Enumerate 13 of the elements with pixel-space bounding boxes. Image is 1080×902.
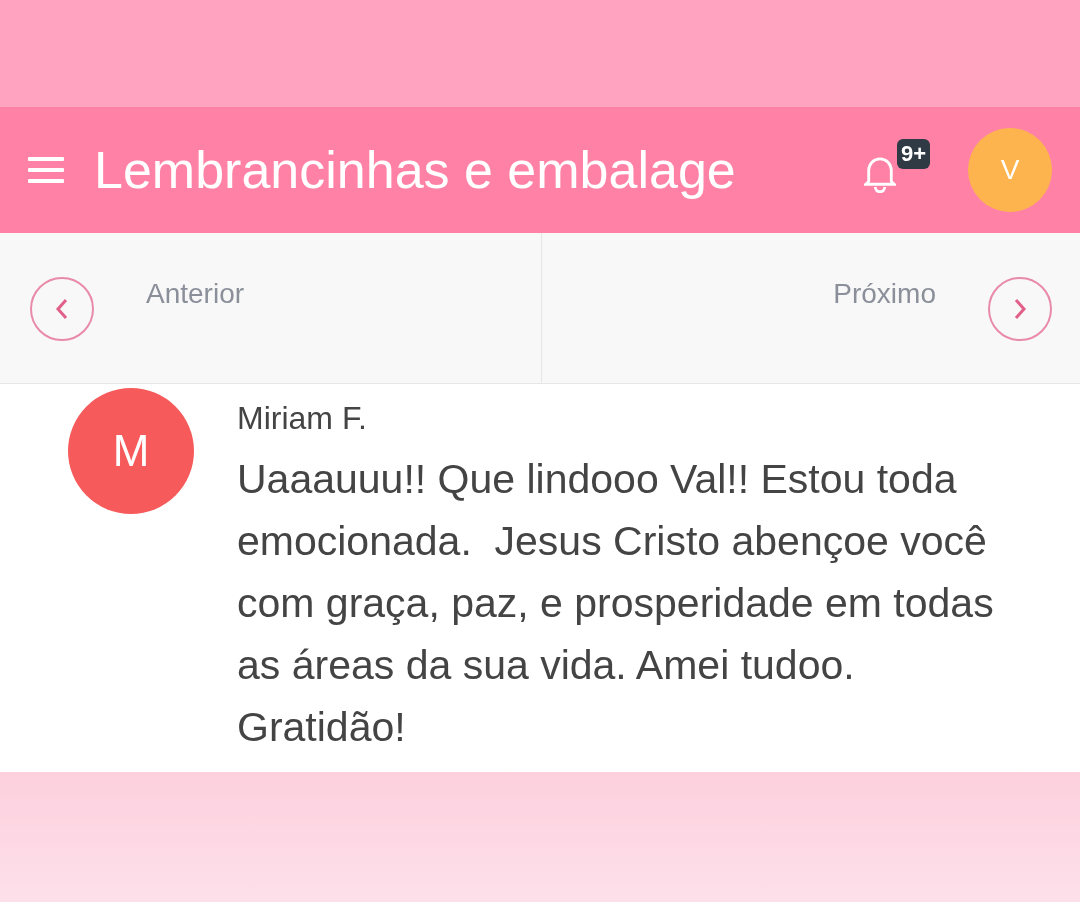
notification-badge: 9+ — [897, 139, 931, 169]
previous-button[interactable] — [30, 277, 94, 341]
user-avatar[interactable]: V — [968, 128, 1052, 212]
comment-text: Uaaauuu!! Que lindooo Val!! Estou toda emocionada. Jesus Cristo abençoe você com graça, paz, e prosperidade em todas as áreas da sua vida. Amei tudoo. Gratidão! — [237, 455, 995, 752]
page-title: Lembrancinhas e embalage — [94, 140, 736, 201]
next-button[interactable] — [988, 277, 1052, 341]
author-name: Miriam F. — [237, 399, 368, 438]
chevron-right-icon — [1013, 298, 1027, 320]
chevron-left-icon — [55, 298, 69, 320]
previous-label[interactable]: Anterior — [146, 273, 245, 315]
menu-icon[interactable] — [28, 156, 64, 184]
author-avatar: M — [68, 388, 194, 514]
next-label[interactable]: Próximo — [833, 273, 936, 315]
